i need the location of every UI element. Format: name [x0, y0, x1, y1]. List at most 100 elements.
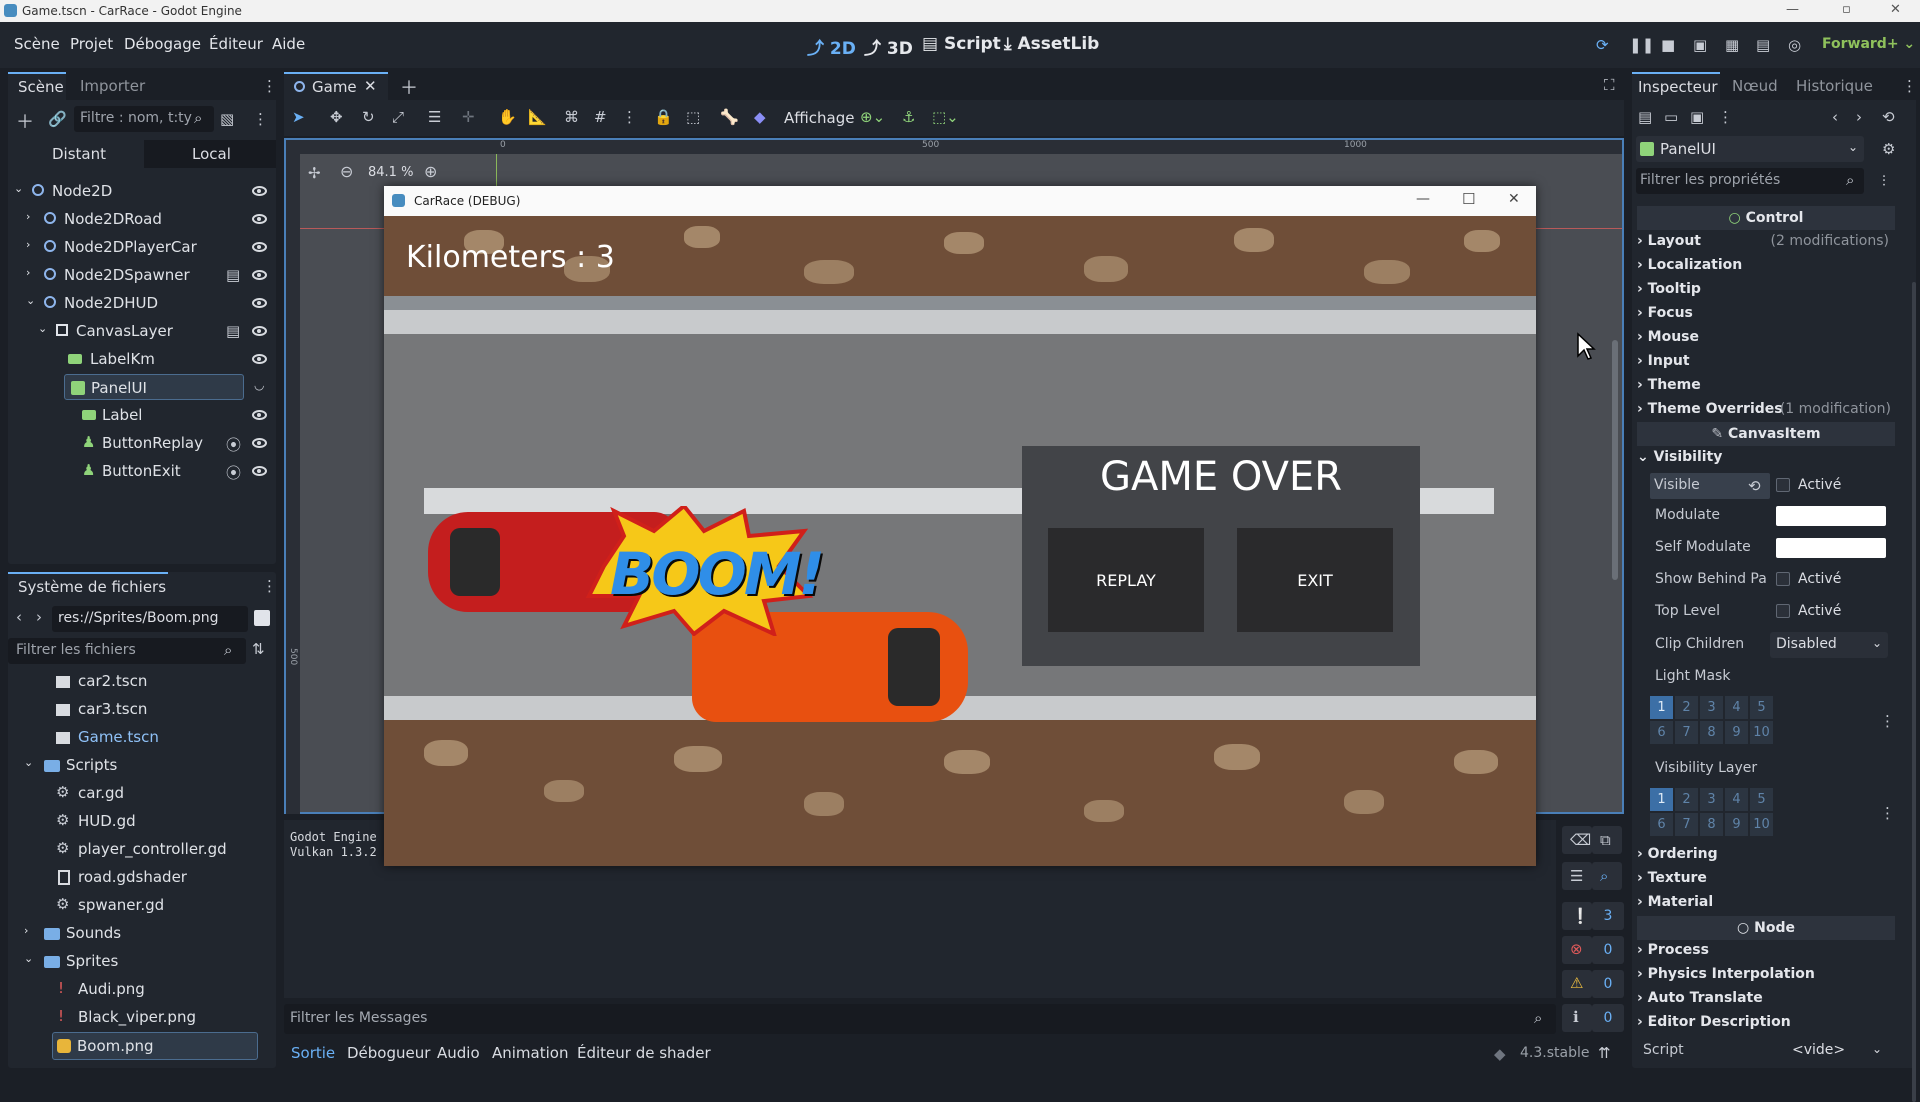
mode-script-button[interactable]: ▤ Script — [922, 34, 1001, 54]
zoom-out-icon[interactable]: ⊖ — [340, 162, 353, 181]
new-resource-icon[interactable]: ▤ — [1638, 108, 1652, 126]
section-localization[interactable]: › Localization — [1637, 257, 1742, 273]
file-item[interactable]: car2.tscn — [8, 668, 258, 696]
grid-snap-icon[interactable]: # — [594, 108, 607, 126]
tree-buttonexit[interactable]: ♟ ButtonExit ⦿ — [8, 458, 278, 484]
file-item[interactable]: road.gdshader — [8, 864, 258, 892]
script-icon[interactable]: ▤ — [226, 266, 240, 284]
close-icon[interactable]: ✕ — [1890, 2, 1901, 17]
remote-tab[interactable]: Distant — [8, 140, 142, 168]
message-filter-input[interactable]: Filtrer les Messages ⌕ — [284, 1004, 1556, 1034]
add-anchor-icon[interactable]: ⊕⌄ — [860, 108, 885, 126]
attach-script-icon[interactable]: ▧ — [220, 110, 234, 128]
visibility-eye-icon[interactable] — [252, 186, 267, 196]
tab-audio[interactable]: Audio — [437, 1044, 480, 1062]
mode-assetlib-button[interactable]: ⤓ AssetLib — [1004, 34, 1099, 54]
split-view-icon[interactable] — [254, 610, 270, 626]
top-level-checkbox[interactable]: Activé — [1776, 603, 1841, 619]
menu-help[interactable]: Aide — [272, 35, 305, 53]
section-texture[interactable]: › Texture — [1637, 870, 1707, 886]
visibility-eye-icon[interactable] — [252, 438, 267, 448]
play-custom-icon[interactable]: ▤ — [1756, 36, 1770, 54]
game-viewport[interactable]: BOOM! Kilometers : 3 GAME OVER REPLAY EX… — [384, 216, 1536, 866]
script-select[interactable]: <vide> ⌄ — [1770, 1038, 1888, 1064]
distraction-free-icon[interactable]: ⛶ — [1604, 76, 1615, 94]
file-item[interactable]: ⚙ player_controller.gd — [8, 836, 258, 864]
file-item[interactable]: ⚙ HUD.gd — [8, 808, 258, 836]
file-item[interactable]: ⚙ spwaner.gd — [8, 892, 258, 920]
hidden-eye-icon[interactable]: ◡ — [254, 378, 264, 392]
ruler-tool-icon[interactable]: 📐 — [528, 108, 547, 126]
play-scene-icon[interactable]: ▦ — [1725, 36, 1739, 54]
forward-icon[interactable]: › — [36, 608, 42, 626]
move-tool-icon[interactable]: ✥ — [330, 108, 343, 126]
group-icon[interactable]: ⬚ — [686, 108, 700, 126]
new-tab-icon[interactable]: ＋ — [400, 74, 418, 100]
dock-menu-icon[interactable]: ⋮ — [262, 577, 277, 595]
section-ordering[interactable]: › Ordering — [1637, 846, 1718, 862]
folder-item[interactable]: ⌄ Scripts — [8, 752, 258, 780]
section-visibility[interactable]: ⌄ Visibility — [1637, 449, 1722, 465]
visibility-eye-icon[interactable] — [252, 410, 267, 420]
visible-checkbox[interactable]: Activé — [1776, 477, 1841, 493]
info-icon[interactable]: ℹ — [1562, 1004, 1592, 1032]
lock-icon[interactable]: 🔒 — [654, 108, 673, 126]
replay-button[interactable]: REPLAY — [1048, 528, 1204, 632]
show-behind-checkbox[interactable]: Activé — [1776, 571, 1841, 587]
visibility-eye-icon[interactable] — [252, 466, 267, 476]
select-tool-icon[interactable]: ➤ — [292, 108, 305, 126]
section-focus[interactable]: › Focus — [1637, 305, 1693, 321]
maximize-icon[interactable]: ☐ — [1462, 190, 1475, 208]
layer-menu-icon[interactable]: ⋮ — [1880, 804, 1895, 822]
container-sizing-icon[interactable]: ⬚⌄ — [932, 108, 959, 126]
tree-node2dhud[interactable]: ⌄ Node2DHUD — [8, 290, 278, 316]
section-theme-overrides[interactable]: › Theme Overrides (1 modification) — [1637, 401, 1895, 417]
section-process[interactable]: › Process — [1637, 942, 1709, 958]
section-input[interactable]: › Input — [1637, 353, 1690, 369]
tree-buttonreplay[interactable]: ♟ ButtonReplay ⦿ — [8, 430, 278, 456]
tab-animation[interactable]: Animation — [492, 1044, 568, 1062]
tree-node2dplayercar[interactable]: › Node2DPlayerCar — [8, 234, 278, 260]
section-physics-interpolation[interactable]: › Physics Interpolation — [1637, 966, 1815, 982]
visibility-eye-icon[interactable] — [252, 326, 267, 336]
scene-menu-icon[interactable]: ⋮ — [253, 110, 268, 128]
visibility-eye-icon[interactable] — [252, 298, 267, 308]
folder-item[interactable]: ⌄ Sprites — [8, 948, 258, 976]
tab-game[interactable]: Game ✕ — [284, 72, 388, 100]
center-view-icon[interactable]: ✢ — [308, 164, 321, 182]
exit-button[interactable]: EXIT — [1237, 528, 1393, 632]
path-field[interactable]: res://Sprites/Boom.png — [52, 606, 248, 632]
node-selector[interactable]: PanelUI ⌄ — [1636, 136, 1864, 162]
maximize-icon[interactable]: ▫ — [1842, 2, 1851, 17]
revert-icon[interactable]: ⟲ — [1748, 477, 1761, 495]
search-output-button[interactable]: ⌕ — [1592, 862, 1622, 890]
self-modulate-color-picker[interactable] — [1776, 538, 1886, 558]
bone-icon[interactable]: 🦴 — [720, 108, 739, 126]
tree-node2droad[interactable]: › Node2DRoad — [8, 206, 278, 232]
menu-scene[interactable]: Scène — [14, 35, 60, 53]
warnings-icon[interactable]: ⚠ — [1562, 970, 1592, 998]
section-editor-description[interactable]: › Editor Description — [1637, 1014, 1791, 1030]
zoom-in-icon[interactable]: ⊕ — [424, 162, 437, 181]
file-item[interactable]: ! Black_viper.png — [8, 1004, 258, 1032]
file-item[interactable]: Game.tscn — [8, 724, 258, 752]
section-material[interactable]: › Material — [1637, 894, 1713, 910]
local-tab[interactable]: Local — [144, 140, 276, 168]
resource-menu-icon[interactable]: ⋮ — [1718, 108, 1733, 126]
clip-children-select[interactable]: Disabled ⌄ — [1770, 632, 1888, 658]
save-resource-icon[interactable]: ▣ — [1690, 108, 1704, 126]
menu-debug[interactable]: Débogage — [124, 35, 201, 53]
tab-output[interactable]: Sortie — [291, 1044, 335, 1062]
open-resource-icon[interactable]: ▭ — [1664, 108, 1678, 126]
object-history-icon[interactable]: ⟲ — [1882, 108, 1895, 126]
view-menu[interactable]: Affichage — [784, 109, 854, 127]
mode-2d-button[interactable]: ⤴ 2D — [807, 34, 856, 59]
snap-menu-icon[interactable]: ⋮ — [622, 108, 637, 126]
visibility-eye-icon[interactable] — [252, 242, 267, 252]
visibility-eye-icon[interactable] — [252, 214, 267, 224]
menu-editor[interactable]: Éditeur — [209, 35, 263, 53]
visibility-eye-icon[interactable] — [252, 270, 267, 280]
renderer-select[interactable]: Forward+ ⌄ — [1822, 36, 1915, 52]
close-tab-icon[interactable]: ✕ — [364, 77, 377, 95]
section-layout[interactable]: › Layout (2 modifications) — [1637, 233, 1895, 249]
